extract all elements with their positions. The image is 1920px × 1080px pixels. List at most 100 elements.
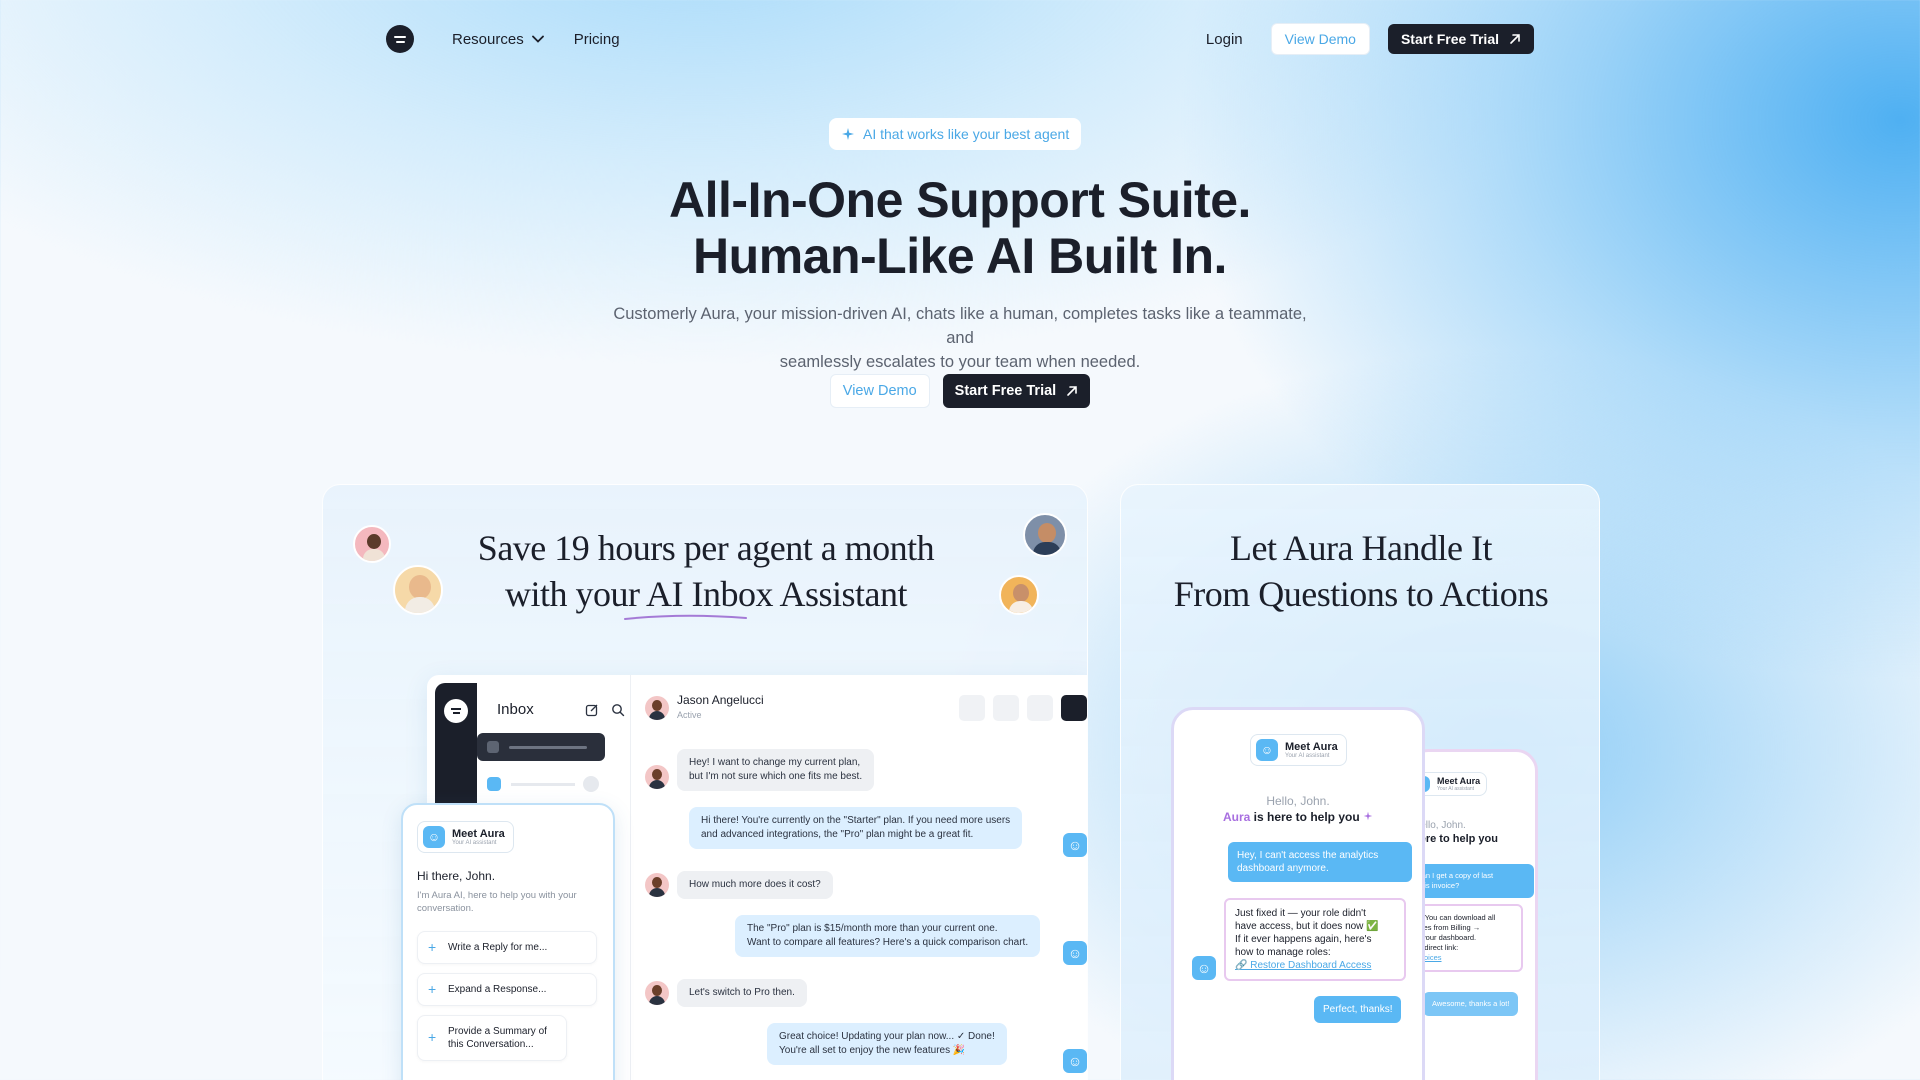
nav-actions: Login View Demo Start Free Trial <box>1206 23 1534 55</box>
conversation-panel: Jason Angelucci Active Hey! I want to ch… <box>631 675 1087 1080</box>
contact-status: Active <box>677 710 702 720</box>
nav-start-trial-button[interactable]: Start Free Trial <box>1387 24 1534 54</box>
inbox-selected-item[interactable] <box>477 733 605 761</box>
nav-resources-label: Resources <box>452 30 524 48</box>
aura-chat-phone-back: ☺ Meet Aura Your AI assistant Hello, Joh… <box>1406 749 1538 1080</box>
chat-message-incoming: How much more does it cost? <box>677 871 833 899</box>
nav-pricing[interactable]: Pricing <box>574 31 620 48</box>
chat-message-user: Hey, I can't access the analytics dashbo… <box>1228 842 1412 882</box>
top-nav: Resources Pricing Login View Demo Start … <box>386 22 1534 56</box>
aura-card-heading-line1: Let Aura Handle It <box>1230 528 1492 568</box>
meet-aura-label: Meet Aura <box>1285 741 1338 753</box>
aura-bot-icon: ☺ <box>1192 956 1216 980</box>
message-line: but I'm not sure which one fits me best. <box>689 771 863 782</box>
login-label: Login <box>1205 30 1243 48</box>
meet-aura-label: Meet Aura <box>452 828 505 840</box>
search-icon[interactable] <box>611 703 625 717</box>
meet-aura-pill: ☺ Meet Aura Your AI assistant <box>1250 734 1347 766</box>
message-line: You're all set to enjoy the new features… <box>779 1045 966 1056</box>
chat-message-user: Awesome, thanks a lot! <box>1423 992 1519 1016</box>
contact-name: Jason Angelucci <box>677 693 764 707</box>
customer-avatar <box>353 525 391 563</box>
hero-subtitle: Customerly Aura, your mission-driven AI,… <box>600 302 1320 374</box>
message-line: this invoice? <box>1418 881 1460 890</box>
expand-response-action[interactable]: Expand a Response... <box>417 973 597 1006</box>
hero-subtitle-line2: seamlessly escalates to your team when n… <box>779 353 1141 371</box>
hero-start-trial-label: Start Free Trial <box>954 383 1057 399</box>
aura-intro-line1: I'm Aura AI, here to help you with your <box>417 890 577 901</box>
message-line: Want to compare all features? Here's a q… <box>747 937 1029 948</box>
toolbar-button[interactable] <box>959 695 985 721</box>
toolbar-button[interactable] <box>1061 695 1087 721</box>
message-line: have access, but it does now ✅ <box>1235 921 1379 932</box>
nav-view-demo-button[interactable]: View Demo <box>1270 23 1370 55</box>
message-line: If it ever happens again, here's <box>1235 934 1372 945</box>
message-line: oices from Billing → <box>1414 923 1481 932</box>
chat-message-aura: Just fixed it — your role didn't have ac… <box>1224 898 1406 981</box>
customer-avatar <box>1023 513 1067 557</box>
toolbar-button[interactable] <box>1027 695 1053 721</box>
nav-pricing-label: Pricing <box>573 30 620 48</box>
meet-aura-sublabel: Your AI assistant <box>1437 786 1475 792</box>
contact-avatar <box>645 873 669 897</box>
aura-name: Aura <box>1222 810 1251 824</box>
hero-badge-label: AI that works like your best agent <box>863 126 1070 142</box>
hero-title-line1: All-In-One Support Suite. <box>669 172 1251 228</box>
message-line: in your dashboard. <box>1414 933 1477 942</box>
message-line: Great choice! Updating your plan now... … <box>779 1031 995 1042</box>
message-line: How much more does it cost? <box>689 879 821 890</box>
inbox-assistant-card: Save 19 hours per agent a month with you… <box>322 484 1088 1080</box>
hero-subtitle-line1: Customerly Aura, your mission-driven AI,… <box>613 305 1307 347</box>
message-line: Hey! I want to change my current plan, <box>689 757 861 768</box>
aura-bot-icon: ☺ <box>1063 833 1087 857</box>
chat-message-outgoing: Hi there! You're currently on the "Start… <box>689 807 1023 849</box>
logo-icon[interactable] <box>386 25 414 53</box>
aura-card-heading: Let Aura Handle It From Questions to Act… <box>1121 525 1599 617</box>
arrow-up-right-icon <box>1510 34 1520 44</box>
chat-message-user: can I get a copy of last this invoice? <box>1409 864 1534 898</box>
aura-card-heading-line2: From Questions to Actions <box>1173 574 1549 614</box>
contact-avatar <box>645 696 669 720</box>
meet-aura-sublabel: Your AI assistant <box>1285 753 1330 759</box>
message-line: he direct link: <box>1414 943 1459 952</box>
meet-aura-sublabel: Your AI assistant <box>452 840 497 846</box>
aura-actions-card: Let Aura Handle It From Questions to Act… <box>1120 484 1600 1080</box>
aura-help-text: is here to help you <box>1253 810 1360 824</box>
restore-dashboard-link[interactable]: 🔗 Restore Dashboard Access <box>1235 959 1395 972</box>
toolbar-button[interactable] <box>993 695 1019 721</box>
chat-message-outgoing: Great choice! Updating your plan now... … <box>767 1023 1007 1065</box>
nav-resources[interactable]: Resources <box>452 31 544 48</box>
write-reply-action[interactable]: Write a Reply for me... <box>417 931 597 964</box>
hero-start-trial-button[interactable]: Start Free Trial <box>942 374 1091 408</box>
message-line: Just fixed it — your role didn't <box>1235 908 1366 919</box>
aura-greeting: Hi there, John. <box>417 869 496 883</box>
aura-bot-icon: ☺ <box>423 826 445 848</box>
hero-title-line2: Human-Like AI Built In. <box>693 228 1227 284</box>
chevron-down-icon <box>531 35 544 43</box>
chat-message-user: Perfect, thanks! <box>1314 996 1402 1023</box>
hero-view-demo-button[interactable]: View Demo <box>829 374 930 408</box>
summarize-conversation-action[interactable]: Provide a Summary of this Conversation..… <box>417 1015 567 1061</box>
nav-start-trial-label: Start Free Trial <box>1400 31 1499 47</box>
aura-hello: Hello, John. <box>1266 794 1330 808</box>
customer-avatar <box>999 575 1039 615</box>
meet-aura-pill: ☺ Meet Aura Your AI assistant <box>417 821 514 853</box>
compose-icon[interactable] <box>585 703 599 717</box>
aura-bot-icon: ☺ <box>1256 739 1278 761</box>
chat-message-incoming: Let's switch to Pro then. <box>677 979 807 1007</box>
contact-avatar <box>645 981 669 1005</box>
aura-help-line: here to help you <box>1413 833 1498 845</box>
login-link[interactable]: Login <box>1206 31 1243 48</box>
inbox-card-heading-line1: Save 19 hours per agent a month <box>477 528 935 568</box>
chat-message-incoming: Hey! I want to change my current plan, b… <box>677 749 875 791</box>
hero-title: All-In-One Support Suite. Human-Like AI … <box>0 172 1920 284</box>
inbox-list-item[interactable] <box>487 775 605 795</box>
message-line: and advanced integrations, the "Pro" pla… <box>701 829 974 840</box>
sparkle-icon <box>842 128 854 140</box>
hero-cta: View Demo Start Free Trial <box>0 374 1920 408</box>
logo-icon[interactable] <box>444 699 468 723</box>
hero-badge: AI that works like your best agent <box>829 118 1082 150</box>
aura-intro: I'm Aura AI, here to help you with your … <box>417 889 577 915</box>
customer-avatar <box>393 565 443 615</box>
invoices-link[interactable]: Invoices <box>1414 953 1512 963</box>
